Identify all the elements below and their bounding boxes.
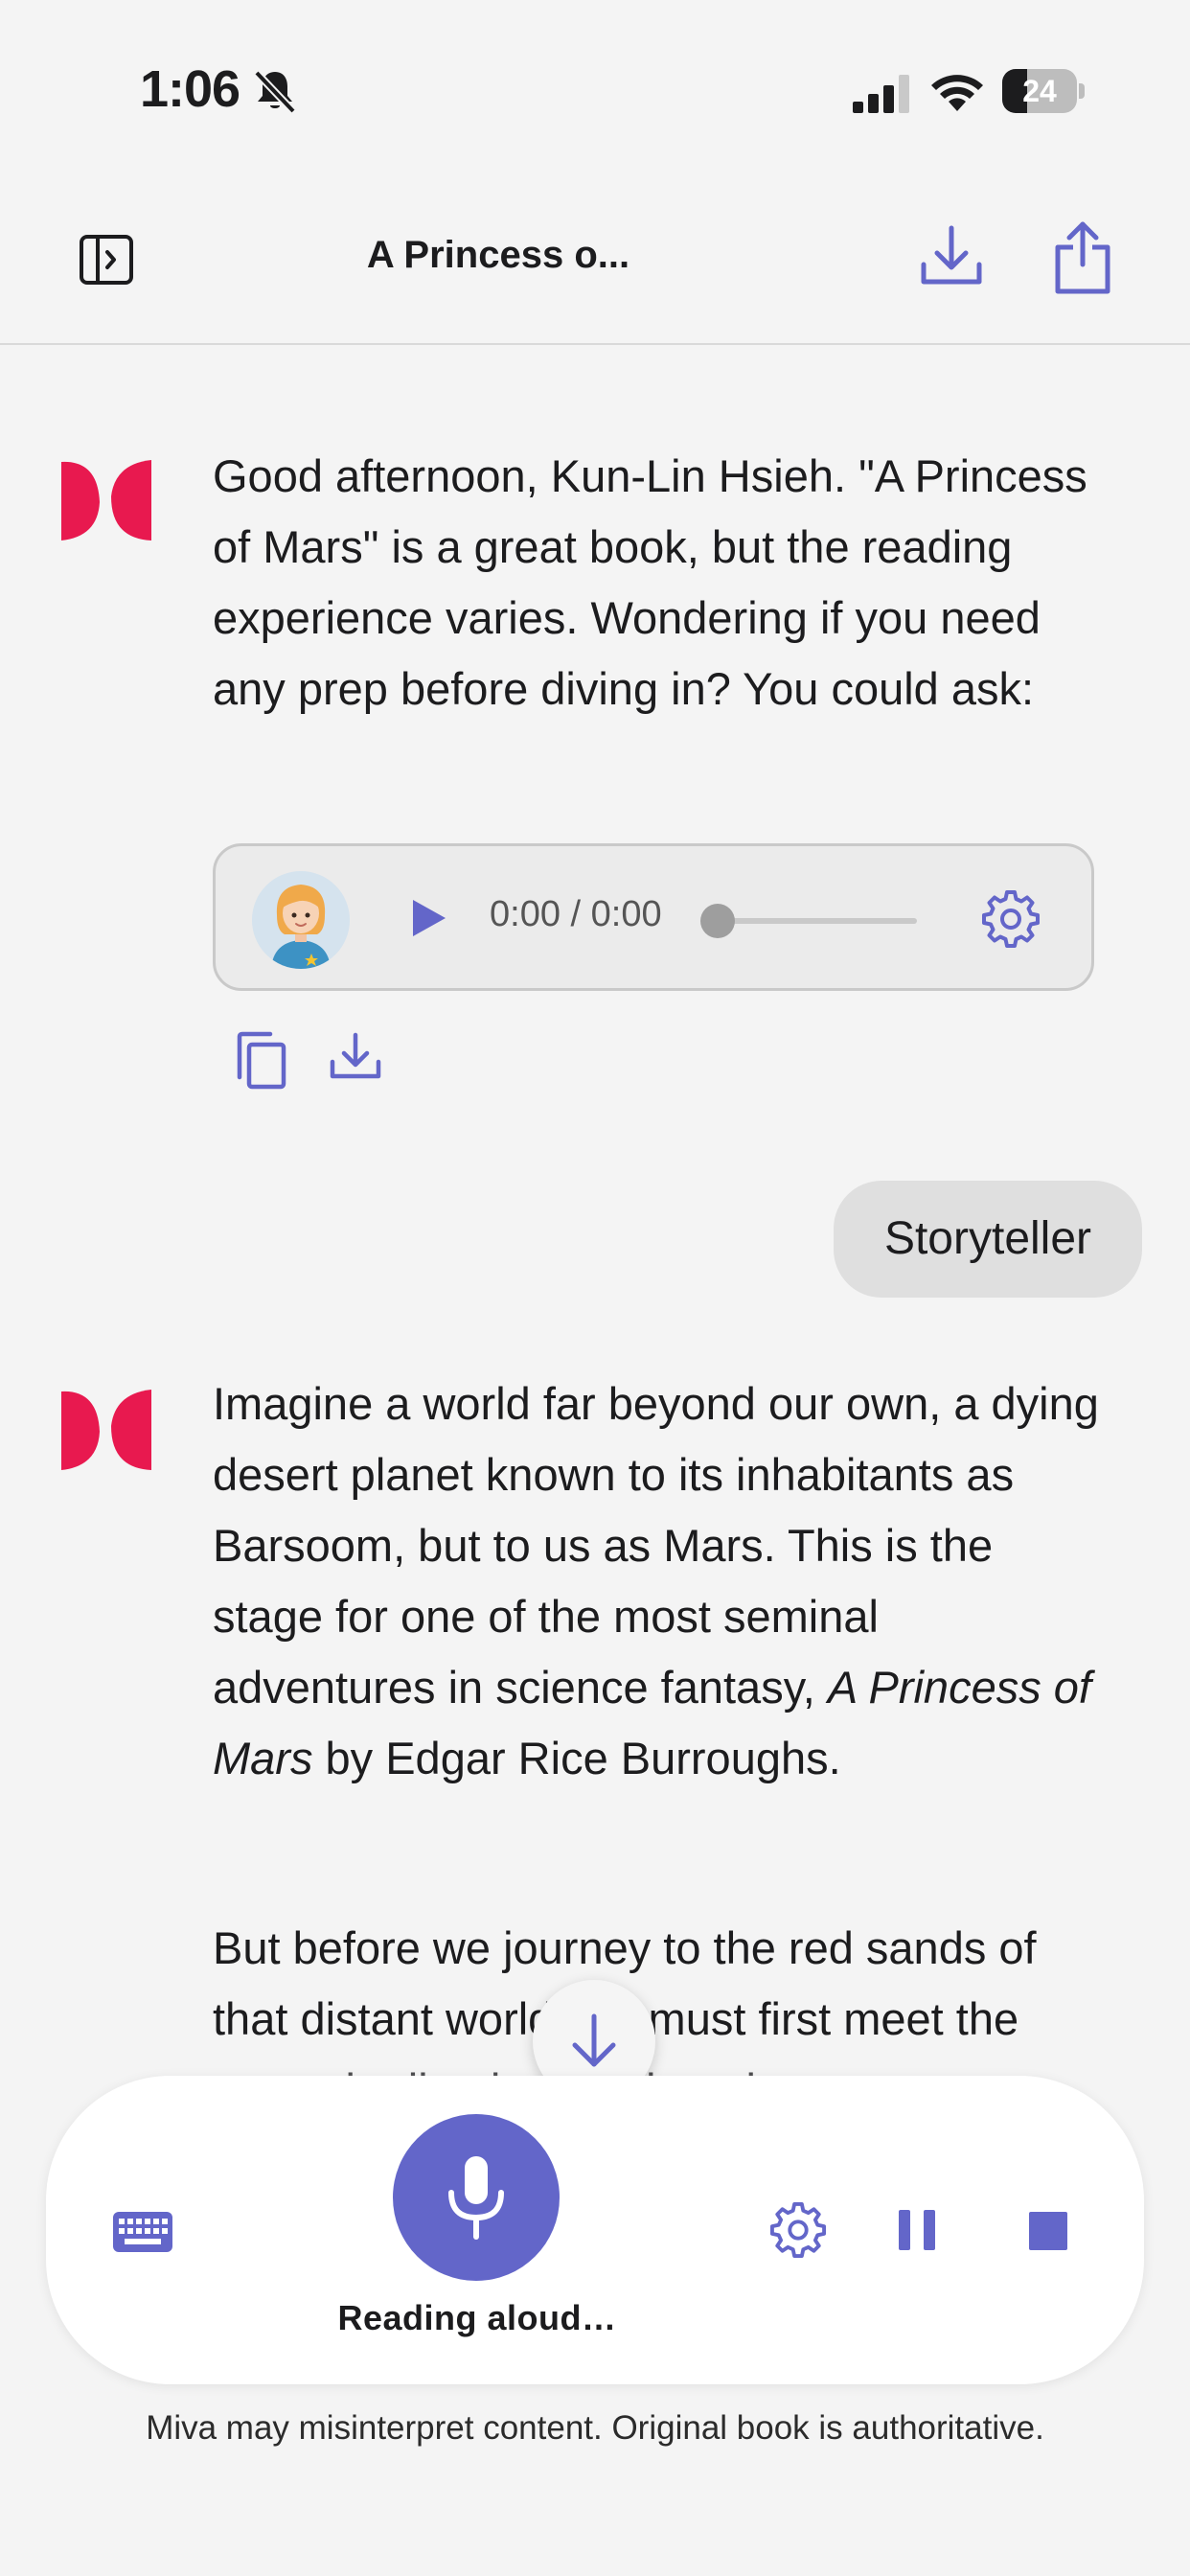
microphone-button[interactable] bbox=[393, 2114, 560, 2281]
cellular-signal-icon bbox=[853, 75, 909, 113]
share-icon[interactable] bbox=[1052, 218, 1113, 295]
user-message-bubble: Storyteller bbox=[834, 1181, 1142, 1298]
wifi-icon bbox=[931, 75, 983, 111]
page-title: A Princess o... bbox=[366, 234, 630, 276]
voice-status-label: Reading aloud… bbox=[337, 2298, 617, 2337]
download-icon[interactable] bbox=[918, 222, 985, 289]
gear-icon[interactable] bbox=[770, 2202, 826, 2258]
assistant-message-text: Good afternoon, Kun-Lin Hsieh. "A Prince… bbox=[213, 450, 1087, 714]
microphone-icon bbox=[448, 2156, 504, 2240]
battery-icon: 24 bbox=[1002, 69, 1085, 113]
brand-logo-icon bbox=[61, 460, 151, 540]
copy-icon[interactable] bbox=[234, 1031, 287, 1091]
sidebar-toggle-icon[interactable] bbox=[79, 232, 134, 288]
stop-icon[interactable] bbox=[1029, 2212, 1067, 2250]
audio-progress-knob[interactable] bbox=[700, 904, 735, 938]
brand-logo-icon bbox=[61, 1390, 151, 1470]
bell-slash-icon bbox=[254, 70, 296, 114]
assistant-message-paragraph: But before we journey to the red sands o… bbox=[213, 1922, 1037, 2085]
disclaimer-text: Miva may misinterpret content. Original … bbox=[146, 2409, 1044, 2447]
assistant-message-paragraph: Imagine a world far beyond our own, a dy… bbox=[213, 1378, 1099, 1783]
nav-bar: A Princess o... bbox=[0, 192, 1190, 345]
audio-time: 0:00 / 0:00 bbox=[490, 894, 662, 934]
battery-level: 24 bbox=[1022, 74, 1057, 108]
audio-progress-track[interactable] bbox=[704, 918, 917, 924]
arrow-down-icon bbox=[572, 2013, 616, 2067]
status-time: 1:06 bbox=[140, 60, 240, 118]
audio-player: 0:00 / 0:00 bbox=[213, 843, 1094, 991]
gear-icon[interactable] bbox=[982, 890, 1040, 948]
play-icon[interactable] bbox=[405, 894, 451, 942]
download-icon[interactable] bbox=[328, 1031, 383, 1081]
narrator-avatar bbox=[252, 871, 350, 969]
keyboard-icon[interactable] bbox=[111, 2208, 174, 2256]
pause-icon[interactable] bbox=[897, 2208, 937, 2252]
voice-control-panel: Reading aloud… bbox=[46, 2076, 1144, 2384]
status-bar: 1:06 24 bbox=[0, 0, 1190, 182]
screen: 1:06 24 A Princess o... Good afternoon, … bbox=[0, 0, 1190, 2576]
